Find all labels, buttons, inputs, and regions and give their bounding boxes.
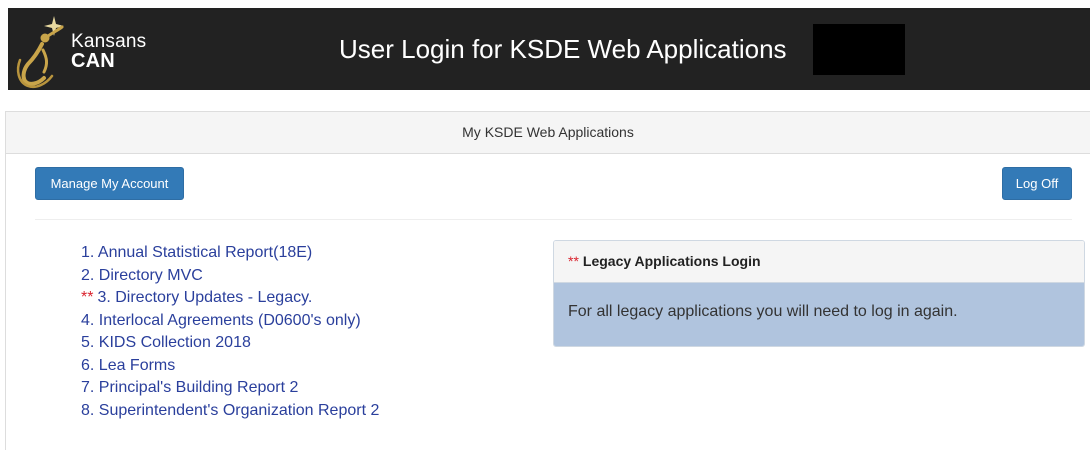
legacy-panel-message: For all legacy applications you will nee… bbox=[554, 283, 1084, 346]
list-item: ** 3. Directory Updates - Legacy. bbox=[81, 287, 379, 310]
legacy-panel-heading: ** Legacy Applications Login bbox=[554, 241, 1084, 283]
app-link-directory-mvc[interactable]: 2. Directory MVC bbox=[81, 267, 203, 284]
app-link-annual-statistical-report[interactable]: 1. Annual Statistical Report(18E) bbox=[81, 244, 312, 261]
legacy-marker: ** bbox=[568, 253, 579, 269]
list-item: 1. Annual Statistical Report(18E) bbox=[81, 242, 379, 265]
applications-panel: My KSDE Web Applications Manage My Accou… bbox=[5, 111, 1090, 450]
logo-wordmark: Kansans CAN bbox=[71, 31, 147, 72]
legacy-login-panel: ** Legacy Applications Login For all lega… bbox=[553, 240, 1085, 347]
list-item: 4. Interlocal Agreements (D0600's only) bbox=[81, 310, 379, 333]
page-title: User Login for KSDE Web Applications bbox=[339, 34, 787, 64]
redacted-block bbox=[813, 24, 905, 75]
log-off-button[interactable]: Log Off bbox=[1002, 167, 1072, 200]
legacy-marker: ** bbox=[81, 289, 94, 306]
logo-line-can: CAN bbox=[71, 50, 115, 72]
app-link-interlocal-agreements[interactable]: 4. Interlocal Agreements (D0600's only) bbox=[81, 312, 361, 329]
logo-line-kansans: Kansans bbox=[71, 31, 147, 52]
divider bbox=[35, 219, 1072, 220]
manage-account-button[interactable]: Manage My Account bbox=[35, 167, 184, 200]
kansans-can-figure-icon bbox=[16, 16, 64, 89]
legacy-panel-title: Legacy Applications Login bbox=[582, 253, 761, 269]
app-link-kids-collection[interactable]: 5. KIDS Collection 2018 bbox=[81, 334, 251, 351]
app-link-lea-forms[interactable]: 6. Lea Forms bbox=[81, 357, 175, 374]
header-bar: Kansans CAN User Login for KSDE Web Appl… bbox=[8, 8, 1090, 90]
kansans-can-logo: Kansans CAN bbox=[14, 14, 154, 90]
list-item: 5. KIDS Collection 2018 bbox=[81, 332, 379, 355]
application-list: 1. Annual Statistical Report(18E) 2. Dir… bbox=[81, 242, 379, 422]
panel-heading: My KSDE Web Applications bbox=[6, 112, 1090, 154]
list-item: 6. Lea Forms bbox=[81, 355, 379, 378]
list-item: 7. Principal's Building Report 2 bbox=[81, 377, 379, 400]
list-item: 8. Superintendent's Organization Report … bbox=[81, 400, 379, 423]
app-link-directory-updates-legacy[interactable]: 3. Directory Updates - Legacy. bbox=[97, 289, 312, 306]
page: Kansans CAN User Login for KSDE Web Appl… bbox=[0, 0, 1090, 450]
app-link-principals-building-report[interactable]: 7. Principal's Building Report 2 bbox=[81, 379, 298, 396]
list-item: 2. Directory MVC bbox=[81, 265, 379, 288]
app-link-superintendents-organization-report[interactable]: 8. Superintendent's Organization Report … bbox=[81, 402, 379, 419]
